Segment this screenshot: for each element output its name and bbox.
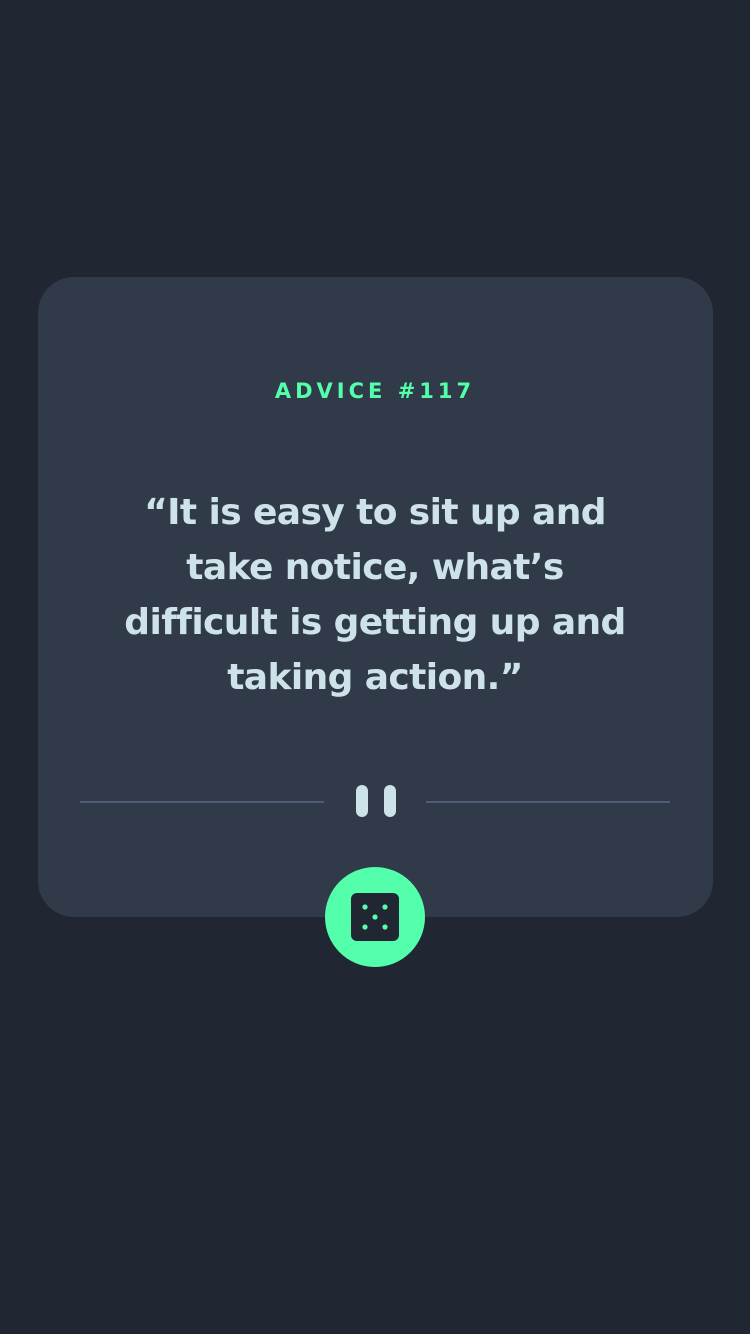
dice-icon: [351, 893, 399, 941]
advice-number: ADVICE #117: [274, 379, 476, 403]
pause-divider-icon: [80, 785, 670, 817]
new-advice-button[interactable]: [325, 867, 425, 967]
advice-quote: “It is easy to sit up and take notice, w…: [124, 492, 626, 698]
